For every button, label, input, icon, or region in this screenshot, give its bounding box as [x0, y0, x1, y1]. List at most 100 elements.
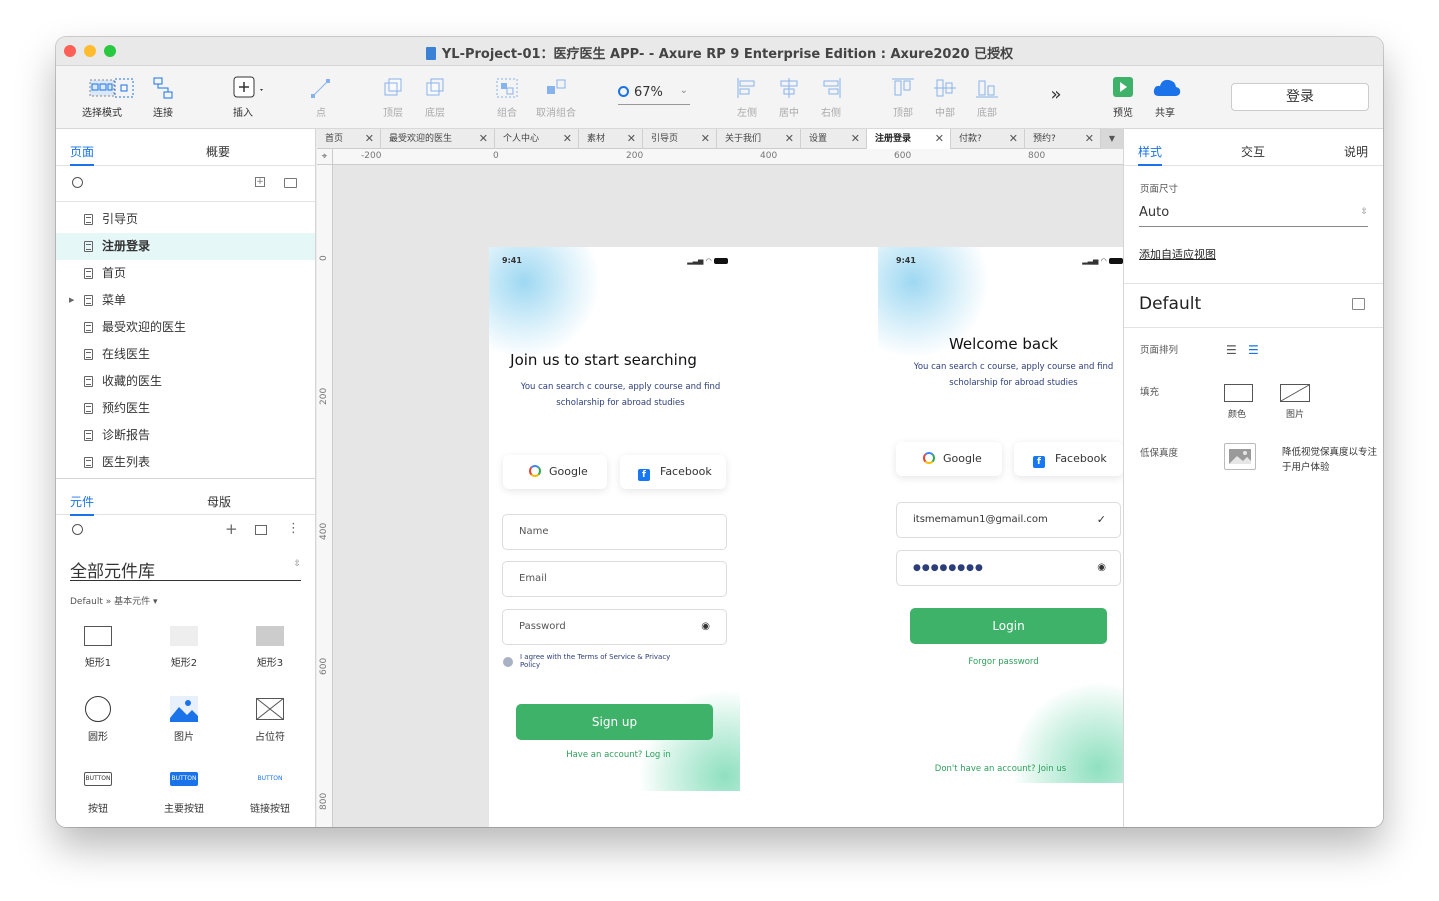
- login-screen[interactable]: 9:41 ▂▃▅ ◠ Welcome back You can search c…: [878, 247, 1123, 783]
- more-tools-button[interactable]: »: [1044, 84, 1068, 105]
- ruler-origin-icon[interactable]: ⌖: [317, 149, 333, 165]
- search-icon[interactable]: [72, 177, 83, 188]
- artboard[interactable]: 9:41 ▂▃▅ ◠ Join us to start searching Yo…: [489, 247, 1123, 827]
- page-item[interactable]: 在线医生: [56, 341, 315, 368]
- eye-hidden-icon[interactable]: ◉: [1097, 551, 1106, 585]
- tab-outline[interactable]: 概要: [206, 143, 230, 160]
- close-icon[interactable]: ✕: [627, 129, 636, 149]
- page-size-select[interactable]: Auto ⇳: [1139, 205, 1368, 227]
- align-center-icon[interactable]: ☰: [1248, 343, 1259, 357]
- zoom-select[interactable]: 67% ⌄: [618, 85, 690, 105]
- folder-icon[interactable]: [284, 178, 297, 188]
- widget-circle[interactable]: 圆形: [63, 696, 133, 743]
- facebook-login-button[interactable]: f Facebook: [1014, 442, 1123, 476]
- close-icon[interactable]: ✕: [563, 129, 572, 149]
- eye-hidden-icon[interactable]: ◉: [701, 610, 710, 644]
- name-field[interactable]: Name: [502, 514, 727, 550]
- signup-screen[interactable]: 9:41 ▂▃▅ ◠ Join us to start searching Yo…: [489, 247, 740, 791]
- page-item[interactable]: 医生列表: [56, 449, 315, 476]
- library-select[interactable]: 全部元件库 ⇳: [70, 557, 301, 582]
- page-item[interactable]: 首页: [56, 260, 315, 287]
- align-top-button[interactable]: 顶部: [888, 76, 918, 119]
- doc-tab[interactable]: 最受欢迎的医生 ✕: [381, 129, 495, 149]
- ungroup-button[interactable]: 取消组合: [532, 76, 580, 119]
- password-field[interactable]: ●●●●●●●● ◉: [896, 550, 1121, 586]
- email-field[interactable]: Email: [502, 561, 727, 597]
- password-field[interactable]: Password ◉: [502, 609, 727, 645]
- group-button[interactable]: 组合: [492, 76, 522, 119]
- widget-button[interactable]: BUTTON 按钮: [63, 772, 133, 815]
- close-icon[interactable]: ✕: [701, 129, 710, 149]
- tab-widgets[interactable]: 元件: [70, 493, 95, 516]
- select-contained-button[interactable]: [110, 76, 138, 104]
- widget-placeholder[interactable]: 占位符: [235, 696, 305, 743]
- preview-button[interactable]: 预览: [1108, 76, 1138, 119]
- close-icon[interactable]: ✕: [935, 129, 944, 149]
- page-item[interactable]: 引导页: [56, 206, 315, 233]
- align-right-button[interactable]: 右侧: [816, 76, 846, 119]
- page-item[interactable]: 最受欢迎的医生: [56, 314, 315, 341]
- doc-tab[interactable]: 关于我们 ✕: [717, 129, 801, 149]
- doc-tab[interactable]: 引导页 ✕: [643, 129, 717, 149]
- agree-checkbox[interactable]: [503, 657, 513, 667]
- facebook-signup-button[interactable]: f Facebook: [620, 455, 726, 489]
- copy-icon[interactable]: [255, 525, 267, 535]
- connect-button[interactable]: 连接: [148, 76, 178, 119]
- doc-tab[interactable]: 付款? ✕: [951, 129, 1025, 149]
- widget-image[interactable]: 图片: [149, 696, 219, 743]
- add-library-icon[interactable]: +: [225, 520, 238, 538]
- align-center-button[interactable]: 居中: [774, 76, 804, 119]
- page-item[interactable]: 注册登录: [56, 233, 315, 260]
- close-icon[interactable]: ✕: [365, 129, 374, 149]
- login-submit-button[interactable]: Login: [910, 608, 1107, 644]
- forgot-password-link[interactable]: Forgor password: [878, 657, 1123, 667]
- add-adaptive-view-link[interactable]: 添加自适应视图: [1139, 246, 1216, 262]
- signup-button[interactable]: Sign up: [516, 704, 713, 740]
- tab-masters[interactable]: 母版: [207, 493, 231, 510]
- widget-link-button[interactable]: BUTTON 链接按钮: [235, 772, 305, 815]
- widget-primary-button[interactable]: BUTTON 主要按钮: [149, 772, 219, 815]
- close-icon[interactable]: ✕: [851, 129, 860, 149]
- close-icon[interactable]: ✕: [1085, 129, 1094, 149]
- tab-pages[interactable]: 页面: [70, 143, 95, 166]
- share-button[interactable]: 共享: [1148, 76, 1182, 119]
- page-item[interactable]: 诊断报告: [56, 422, 315, 449]
- page-item[interactable]: 收藏的医生: [56, 368, 315, 395]
- caret-right-icon[interactable]: ▶: [69, 287, 74, 314]
- canvas-area[interactable]: 首页 ✕ 最受欢迎的医生 ✕ 个人中心 ✕ 素材 ✕ 引导页 ✕ 关于我们 ✕ 设置 ✕ 注册…: [317, 129, 1123, 827]
- more-vertical-icon[interactable]: ⋮: [287, 521, 300, 536]
- doc-tab[interactable]: 素材 ✕: [579, 129, 643, 149]
- login-link[interactable]: Have an account? Log in: [489, 750, 740, 760]
- doc-tab[interactable]: 首页 ✕: [317, 129, 381, 149]
- send-to-back-button[interactable]: 底层: [420, 76, 450, 119]
- widget-rectangle-1[interactable]: 矩形1: [63, 626, 133, 669]
- search-icon[interactable]: [72, 524, 83, 535]
- doc-tab[interactable]: 个人中心 ✕: [495, 129, 579, 149]
- join-link[interactable]: Don't have an account? Join us: [878, 764, 1123, 774]
- doc-tab-active[interactable]: 注册登录 ✕: [867, 129, 951, 149]
- align-left-icon[interactable]: ☰: [1226, 343, 1237, 357]
- tab-interaction[interactable]: 交互: [1241, 143, 1265, 160]
- google-login-button[interactable]: Google: [896, 442, 1002, 476]
- close-icon[interactable]: ✕: [785, 129, 794, 149]
- edit-style-icon[interactable]: [1352, 298, 1365, 310]
- align-middle-button[interactable]: 中部: [930, 76, 960, 119]
- align-left-button[interactable]: 左侧: [732, 76, 762, 119]
- page-item[interactable]: 预约医生: [56, 395, 315, 422]
- doc-tab[interactable]: 设置 ✕: [801, 129, 867, 149]
- tab-style[interactable]: 样式: [1138, 143, 1163, 166]
- tab-notes[interactable]: 说明: [1344, 143, 1368, 160]
- fill-color-swatch[interactable]: [1224, 384, 1253, 402]
- doc-tab[interactable]: 预约? ✕: [1025, 129, 1101, 149]
- login-button[interactable]: 登录: [1231, 83, 1369, 111]
- widget-rectangle-3[interactable]: 矩形3: [235, 626, 305, 669]
- point-button[interactable]: 点: [306, 76, 336, 119]
- email-field[interactable]: itsmemamun1@gmail.com ✓: [896, 502, 1121, 538]
- align-bottom-button[interactable]: 底部: [972, 76, 1002, 119]
- insert-button[interactable]: 插入: [226, 76, 263, 119]
- fill-image-swatch[interactable]: [1280, 384, 1310, 402]
- low-fidelity-toggle[interactable]: [1224, 443, 1256, 470]
- add-page-icon[interactable]: +: [255, 177, 265, 187]
- bring-to-front-button[interactable]: 顶层: [378, 76, 408, 119]
- tabs-overflow-button[interactable]: ▼: [1101, 129, 1123, 149]
